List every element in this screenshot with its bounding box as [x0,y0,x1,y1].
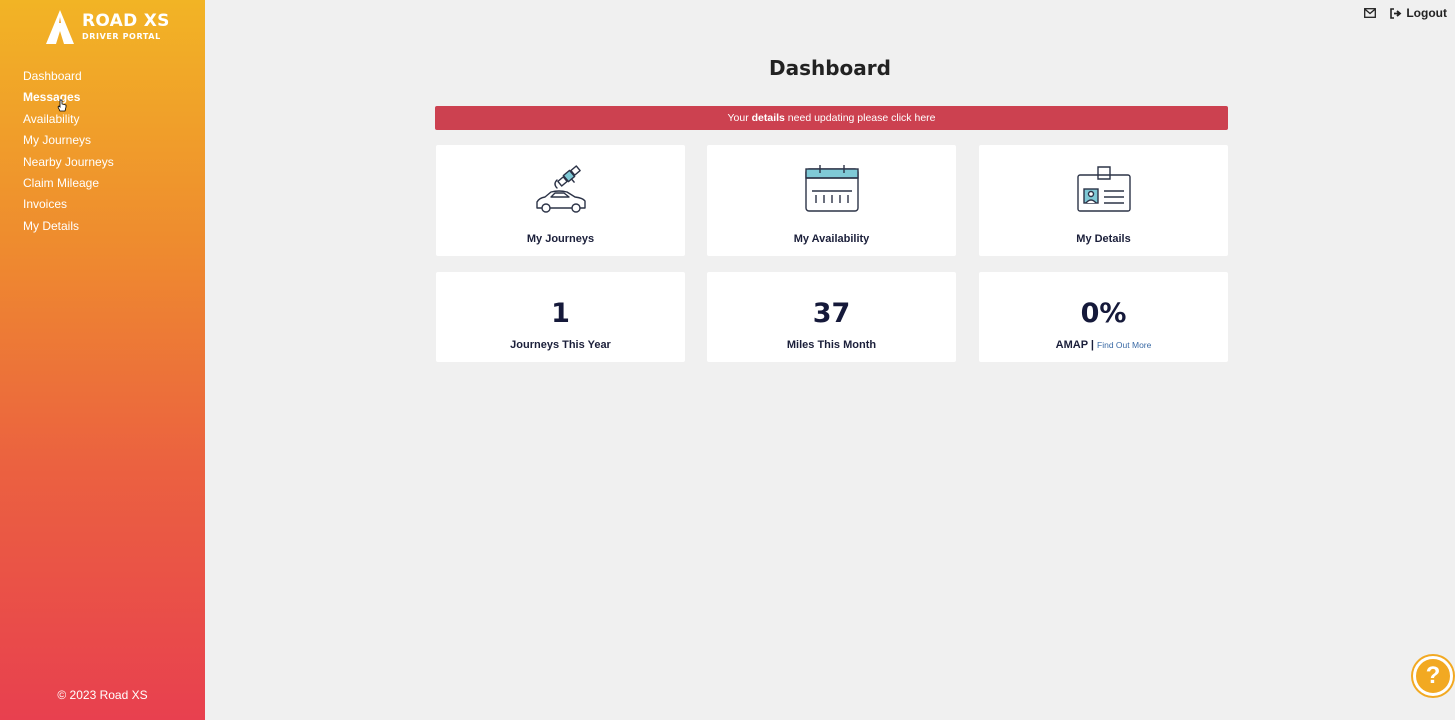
logout-icon [1390,7,1402,19]
sidebar-item-availability[interactable]: Availability [23,111,114,132]
stat-label: Journeys This Year [510,339,611,351]
sidebar-item-claim-mileage[interactable]: Claim Mileage [23,175,114,196]
journeys-stat-card: 1 Journeys This Year [436,272,685,362]
stat-value: 0% [1080,298,1127,329]
alert-prefix: Your [727,112,752,124]
copyright: © 2023 Road XS [57,688,148,702]
card-label: My Journeys [526,233,595,245]
topbar: Logout [1364,6,1447,20]
sidebar-item-label[interactable]: Claim Mileage [23,176,99,190]
stat-label-row: AMAP | Find Out More [979,339,1228,351]
sidebar-item-my-details[interactable]: My Details [23,218,114,239]
road-logo-icon [46,10,74,44]
sidebar-item-invoices[interactable]: Invoices [23,196,114,217]
question-mark-icon: ? [1425,662,1441,689]
hand-cursor-icon [57,99,67,112]
amap-stat-card: 0% AMAP | Find Out More [979,272,1228,362]
card-label: My Details [1076,233,1131,245]
brand-title: ROAD XS [82,11,170,31]
sidebar-item-label[interactable]: Invoices [23,197,67,211]
stat-label: Miles This Month [786,339,877,351]
sidebar: ROAD XS DRIVER PORTAL Dashboard Messages… [0,0,205,720]
logout-label: Logout [1406,6,1447,20]
sidebar-item-label[interactable]: My Journeys [23,133,91,147]
sidebar-item-my-journeys[interactable]: My Journeys [23,132,114,153]
sidebar-nav: Dashboard Messages Availability My Journ… [23,68,114,239]
stat-value: 1 [551,298,570,329]
stat-value: 37 [812,298,851,329]
my-details-card[interactable]: My Details [979,145,1228,256]
stat-label: AMAP | [1055,339,1094,351]
page-title: Dashboard [769,56,891,80]
sidebar-item-label[interactable]: Nearby Journeys [23,155,114,169]
brand-subtitle: DRIVER PORTAL [82,32,161,41]
miles-stat-card: 37 Miles This Month [707,272,956,362]
sidebar-item-messages[interactable]: Messages [23,89,114,110]
my-journeys-card[interactable]: My Journeys [436,145,685,256]
card-label: My Availability [793,233,870,245]
find-out-more-link[interactable]: Find Out More [1097,340,1151,350]
sidebar-item-dashboard[interactable]: Dashboard [23,68,114,89]
my-availability-card[interactable]: My Availability [707,145,956,256]
calendar-icon [804,165,859,212]
sidebar-item-label[interactable]: Dashboard [23,69,82,83]
help-button[interactable]: ? [1413,656,1453,696]
alert-bold: details [751,112,785,124]
sidebar-item-nearby-journeys[interactable]: Nearby Journeys [23,154,114,175]
sidebar-item-label[interactable]: My Details [23,219,79,233]
logout-button[interactable]: Logout [1390,6,1447,20]
logo[interactable]: ROAD XS DRIVER PORTAL [44,8,170,46]
mail-icon[interactable] [1364,8,1377,18]
details-alert-banner[interactable]: Your details need updating please click … [435,106,1228,130]
alert-suffix: need updating please click here [784,112,936,124]
sidebar-item-label[interactable]: Messages [23,90,80,104]
satellite-car-icon [535,165,586,213]
sidebar-item-label[interactable]: Availability [23,112,79,126]
id-badge-icon [1076,166,1131,212]
